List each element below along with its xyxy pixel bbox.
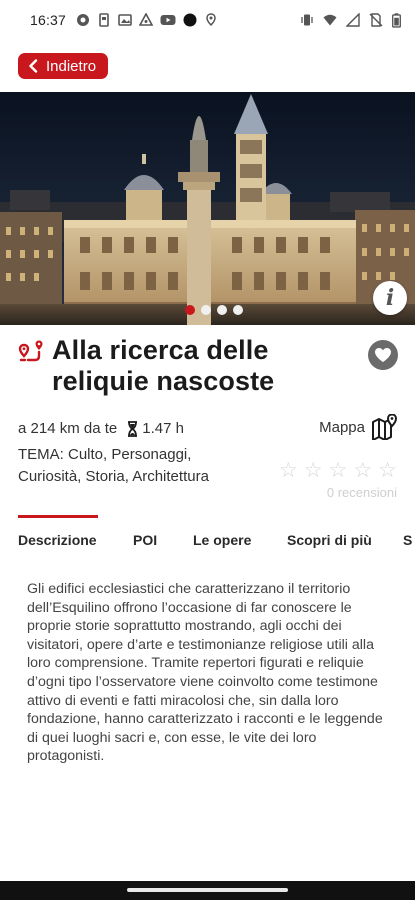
back-button-label: Indietro [46, 57, 97, 75]
android-logo-icon [77, 14, 90, 26]
map-icon [372, 414, 398, 440]
star-icon[interactable]: ☆ [329, 460, 348, 481]
theme-text: TEMA: Culto, Personaggi, Curiosità, Stor… [18, 446, 209, 485]
circle-app-icon [183, 13, 197, 27]
carousel-dot[interactable] [200, 305, 211, 315]
hourglass-icon [128, 420, 138, 437]
tab-partial[interactable]: S [403, 532, 415, 548]
tab-poi[interactable]: POI [133, 532, 157, 548]
status-right-icons [300, 12, 401, 28]
favorite-button[interactable] [368, 340, 398, 370]
rating-stars[interactable]: ☆ ☆ ☆ ☆ ☆ [279, 460, 397, 481]
tab-scopri-di-piu[interactable]: Scopri di più [287, 532, 372, 548]
route-icon [18, 340, 43, 362]
chevron-left-icon [29, 59, 38, 73]
active-tab-indicator [18, 515, 98, 518]
carousel-dots [0, 305, 415, 315]
carousel-dot[interactable] [232, 305, 243, 315]
tab-descrizione[interactable]: Descrizione [18, 532, 97, 548]
image-icon [118, 14, 132, 26]
star-icon[interactable]: ☆ [378, 460, 397, 481]
tab-le-opere[interactable]: Le opere [193, 532, 251, 548]
image-gallery[interactable]: i [0, 92, 415, 325]
gesture-handle[interactable] [127, 888, 288, 892]
reviews-count: 0 recensioni [326, 485, 397, 500]
no-sim-icon [369, 13, 383, 27]
location-pin-icon [206, 13, 216, 27]
star-icon[interactable]: ☆ [353, 460, 372, 481]
status-bar: 16:37 [0, 0, 415, 40]
route-meta: a 214 km da te 1.47 h [18, 420, 184, 437]
title-row: Alla ricerca delle reliquie nascoste [0, 335, 415, 401]
wifi-icon [323, 14, 337, 26]
tab-bar: Descrizione POI Le opere Scopri di più S [0, 515, 415, 559]
info-icon: i [385, 285, 395, 311]
info-button[interactable]: i [373, 281, 407, 315]
heart-icon [375, 348, 391, 362]
top-bar: Indietro [0, 40, 415, 92]
page-title: Alla ricerca delle reliquie nascoste [52, 335, 275, 396]
battery-icon [392, 12, 401, 28]
gallery-icon [99, 13, 109, 27]
distance-text: a 214 km da te [18, 420, 118, 437]
star-icon[interactable]: ☆ [304, 460, 323, 481]
carousel-dot[interactable] [184, 305, 195, 315]
star-icon[interactable]: ☆ [279, 460, 298, 481]
signal-icon [346, 13, 360, 27]
description-text: Gli edifici ecclesiastici che caratteriz… [27, 581, 383, 765]
map-label: Mappa [319, 418, 365, 436]
map-button[interactable]: Mappa [319, 414, 399, 440]
duration-text: 1.47 h [142, 420, 184, 437]
youtube-icon [160, 15, 176, 25]
triangle-app-icon [139, 13, 154, 26]
status-time: 16:37 [30, 12, 67, 28]
back-button[interactable]: Indietro [18, 53, 109, 79]
vibrate-icon [301, 14, 313, 26]
status-left-icons [76, 13, 218, 27]
basilica-night-photo [0, 92, 415, 325]
carousel-dot[interactable] [216, 305, 227, 315]
